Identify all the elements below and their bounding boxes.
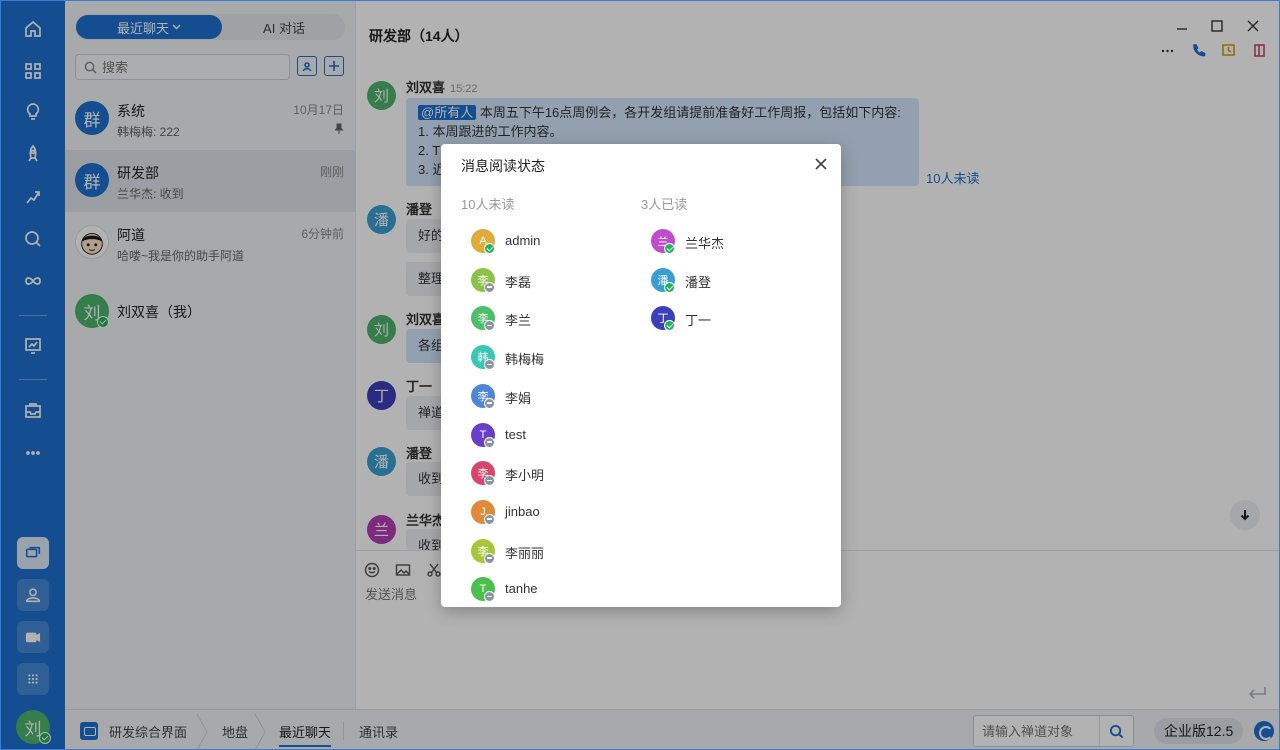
reader-name: 李丽丽 (505, 545, 545, 561)
offline-status-icon (484, 320, 495, 332)
reader-item[interactable]: Jjinbao (471, 497, 631, 527)
reader-name: test (505, 426, 526, 442)
reader-item[interactable]: Aadmin (471, 226, 631, 256)
dialog-title: 消息阅读状态 (461, 158, 545, 174)
reader-name: 李磊 (505, 274, 532, 290)
read-status-dialog: 消息阅读状态 10人未读 3人已读 Aadmin 李李磊李李兰韩韩梅梅李李娟 Tte… (441, 144, 841, 607)
reader-name: 韩梅梅 (505, 352, 545, 368)
offline-status-icon (484, 591, 495, 603)
reader-item[interactable]: Ttanhe (471, 574, 631, 604)
reader-name: 潘登 (685, 274, 712, 290)
offline-status-icon (484, 552, 495, 564)
reader-item[interactable]: Ttest (471, 420, 631, 450)
reader-item[interactable]: 李李小明 (471, 458, 631, 488)
reader-name: 李小明 (505, 468, 545, 484)
reader-item[interactable]: 李李丽丽 (471, 536, 631, 566)
app-window: 刘 最近聊天 AI 对话 群 系统 韩梅梅: 222 10月17日 群 研发部 … (0, 0, 1280, 750)
reader-name: 李兰 (505, 313, 532, 329)
reader-item[interactable]: 李李磊 (471, 265, 631, 295)
read-header: 3人已读 (641, 197, 688, 212)
reader-name: jinbao (505, 503, 540, 519)
offline-status-icon (484, 513, 495, 525)
reader-item[interactable]: 丁丁一 (651, 303, 811, 333)
reader-name: 李娟 (505, 390, 532, 406)
offline-status-icon (484, 475, 495, 487)
offline-status-icon (484, 281, 495, 293)
online-status-icon (484, 243, 495, 254)
offline-status-icon (484, 436, 495, 448)
online-status-icon (664, 320, 675, 332)
reader-item[interactable]: 潘潘登 (651, 265, 811, 295)
reader-name: tanhe (505, 581, 538, 597)
online-status-icon (664, 281, 675, 293)
reader-item[interactable]: 李李娟 (471, 381, 631, 411)
reader-name: admin (505, 233, 541, 248)
close-icon (815, 158, 827, 170)
reader-item[interactable]: 兰兰华杰 (651, 226, 811, 256)
unread-header: 10人未读 (461, 197, 515, 212)
reader-name: 丁一 (685, 313, 712, 329)
dialog-close-button[interactable] (812, 155, 830, 173)
reader-name: 兰华杰 (685, 236, 725, 251)
reader-item[interactable]: 李李兰 (471, 303, 631, 333)
offline-status-icon (484, 359, 495, 371)
offline-status-icon (484, 397, 495, 409)
online-status-icon (664, 243, 675, 254)
reader-item[interactable]: 韩韩梅梅 (471, 342, 631, 372)
